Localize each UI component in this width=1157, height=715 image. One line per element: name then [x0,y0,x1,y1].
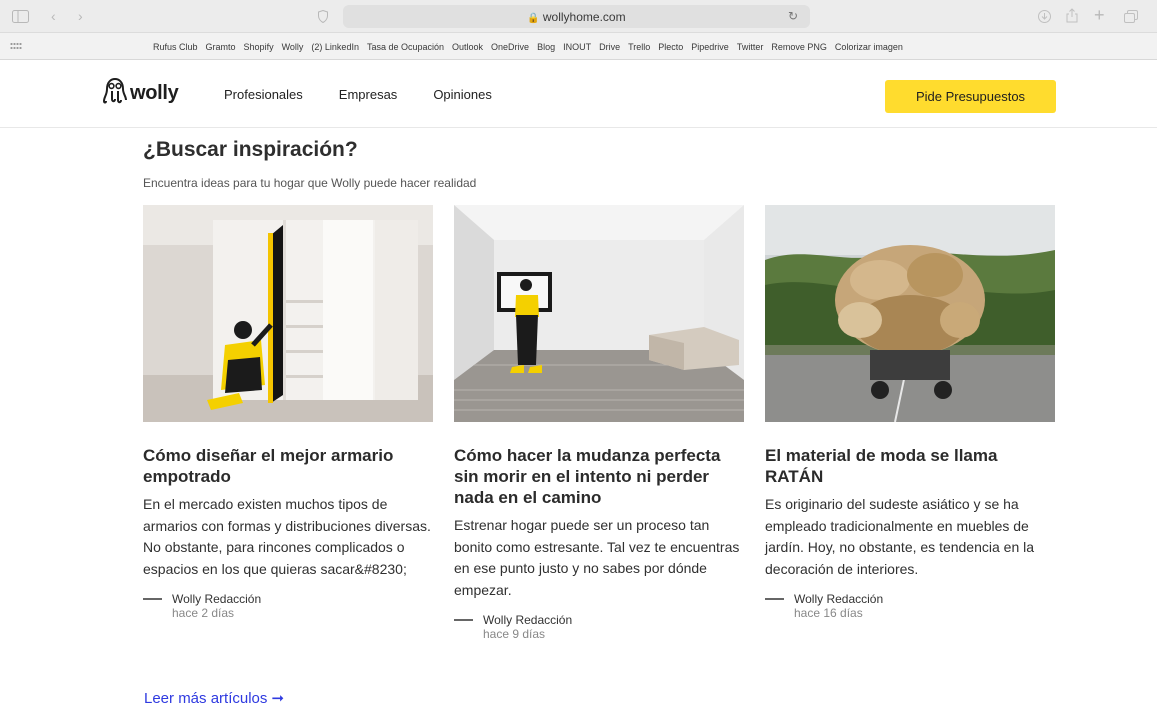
author-name: Wolly Redacción [172,592,262,606]
nav-opiniones[interactable]: Opiniones [433,87,492,102]
share-icon[interactable] [1066,8,1078,25]
article-excerpt: Es originario del sudeste asiático y se … [765,496,1035,577]
moving-illustration[interactable] [454,205,744,422]
author-dash [765,598,784,600]
bookmark-item[interactable]: Trello [628,42,650,52]
article-excerpt: Estrenar hogar puede ser un proceso tan … [454,517,740,598]
bookmark-item[interactable]: Plecto [658,42,683,52]
bookmark-item[interactable]: Outlook [452,42,483,52]
article-excerpt: En el mercado existen muchos tipos de ar… [143,496,431,577]
lock-icon: 🔒 [527,13,540,24]
article-time: hace 2 días [172,606,235,620]
bookmark-item[interactable]: Colorizar imagen [835,42,903,52]
bookmark-item[interactable]: Shopify [244,42,274,52]
nav-profesionales[interactable]: Profesionales [224,87,303,102]
article-time: hace 16 días [794,606,863,620]
main-nav: Profesionales Empresas Opiniones [224,87,528,102]
author-dash [454,619,473,621]
bookmarks-bar: Rufus Club Gramto Shopify Wolly (2) Link… [0,33,1157,60]
download-icon[interactable] [1038,10,1051,25]
author-dash [143,598,162,600]
article-card[interactable]: Cómo hacer la mudanza perfecta sin morir… [454,205,744,641]
article-title[interactable]: Cómo hacer la mudanza perfecta sin morir… [454,445,744,508]
bookmark-item[interactable]: Rufus Club [153,42,198,52]
site-header: wolly Profesionales Empresas Opiniones P… [0,60,1157,128]
article-meta: Wolly Redacción hace 2 días [143,592,433,620]
article-meta: Wolly Redacción hace 16 días [765,592,1055,620]
article-title[interactable]: El material de moda se llama RATÁN [765,445,1055,487]
article-time: hace 9 días [483,627,546,641]
wardrobe-illustration[interactable] [143,205,433,422]
section-title: ¿Buscar inspiración? [143,138,358,161]
apps-grid-icon[interactable] [10,42,22,50]
rattan-photo[interactable] [765,205,1055,422]
article-card[interactable]: El material de moda se llama RATÁN Es or… [765,205,1055,620]
address-bar[interactable]: 🔒 wollyhome.com ↻ [343,5,810,28]
read-more-link[interactable]: Leer más artículos ➞ [144,689,284,707]
bookmark-item[interactable]: Remove PNG [771,42,827,52]
bookmark-item[interactable]: Gramto [206,42,236,52]
sidebar-toggle-icon[interactable] [12,10,29,25]
octopus-logo-icon [102,77,128,110]
bookmark-item[interactable]: OneDrive [491,42,529,52]
author-name: Wolly Redacción [483,613,573,627]
url-text: wollyhome.com [542,10,626,24]
pide-presupuestos-button[interactable]: Pide Presupuestos [885,80,1056,113]
article-card[interactable]: Cómo diseñar el mejor armario empotrado … [143,205,433,620]
back-icon[interactable]: ‹ [51,9,56,23]
bookmark-item[interactable]: Tasa de Ocupación [367,42,444,52]
bookmark-item[interactable]: Wolly [282,42,304,52]
nav-empresas[interactable]: Empresas [339,87,398,102]
forward-icon[interactable]: › [78,9,83,23]
article-meta: Wolly Redacción hace 9 días [454,613,744,641]
author-name: Wolly Redacción [794,592,884,606]
bookmark-list: Rufus Club Gramto Shopify Wolly (2) Link… [153,42,911,52]
bookmark-item[interactable]: Twitter [737,42,764,52]
bookmark-item[interactable]: Blog [537,42,555,52]
privacy-shield-icon[interactable] [318,9,328,25]
bookmark-item[interactable]: INOUT [563,42,591,52]
new-tab-icon[interactable]: + [1094,6,1105,24]
wolly-logo[interactable]: wolly [102,77,179,110]
tab-overview-icon[interactable] [1124,10,1138,25]
logo-wordmark: wolly [130,82,179,104]
browser-toolbar: ‹ › 🔒 wollyhome.com ↻ + [0,0,1157,33]
section-subtitle: Encuentra ideas para tu hogar que Wolly … [143,176,477,190]
article-title[interactable]: Cómo diseñar el mejor armario empotrado [143,445,433,487]
bookmark-item[interactable]: Drive [599,42,620,52]
reload-icon[interactable]: ↻ [788,9,798,23]
bookmark-item[interactable]: (2) LinkedIn [311,42,359,52]
bookmark-item[interactable]: Pipedrive [691,42,729,52]
